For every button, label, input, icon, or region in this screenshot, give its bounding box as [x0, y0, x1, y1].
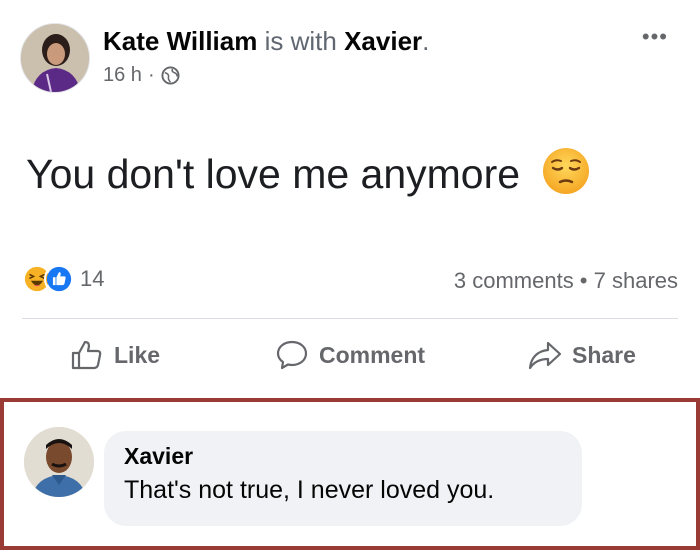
highlighted-comment: Xavier That's not true, I never loved yo…	[0, 398, 700, 550]
comment-author[interactable]: Xavier	[124, 443, 562, 470]
engagement-counts[interactable]: 3 comments • 7 shares	[454, 268, 678, 294]
comment-label: Comment	[319, 341, 426, 368]
like-label: Like	[114, 341, 161, 368]
with-text: is with	[264, 26, 337, 56]
share-arrow-icon	[528, 341, 562, 370]
globe-icon[interactable]	[161, 66, 180, 85]
action-divider	[22, 318, 678, 319]
post-body: You don't love me anymore	[26, 146, 591, 198]
share-button[interactable]: Share	[528, 338, 636, 372]
share-label: Share	[572, 341, 636, 368]
tagged-suffix: .	[422, 26, 430, 56]
more-options-icon[interactable]: •••	[642, 26, 668, 48]
comment-button[interactable]: Comment	[275, 338, 425, 372]
meta-separator: ·	[147, 64, 155, 86]
thumbs-up-icon	[71, 340, 102, 370]
comment-text: That's not true, I never loved you.	[124, 476, 495, 504]
like-button[interactable]: Like	[70, 338, 160, 372]
post-meta: 16 h ·	[103, 64, 180, 87]
comment-bubble-icon	[276, 340, 308, 370]
like-reaction-icon	[44, 264, 74, 294]
comment-bubble[interactable]: Xavier That's not true, I never loved yo…	[104, 431, 582, 526]
author-avatar[interactable]	[20, 23, 90, 93]
post-timestamp[interactable]: 16 h	[103, 64, 142, 87]
post-text: You don't love me anymore	[26, 151, 521, 197]
author-name[interactable]: Kate William	[103, 26, 257, 56]
reaction-count: 14	[80, 266, 105, 291]
tagged-friend-name[interactable]: Xavier	[344, 26, 422, 56]
commenter-avatar[interactable]	[24, 427, 94, 497]
pensive-face-emoji	[541, 146, 591, 196]
post-card: Kate William is with Xavier. 16 h · ••• …	[0, 0, 700, 398]
post-header: Kate William is with Xavier.	[103, 26, 429, 57]
reaction-summary[interactable]: 14	[22, 264, 104, 294]
